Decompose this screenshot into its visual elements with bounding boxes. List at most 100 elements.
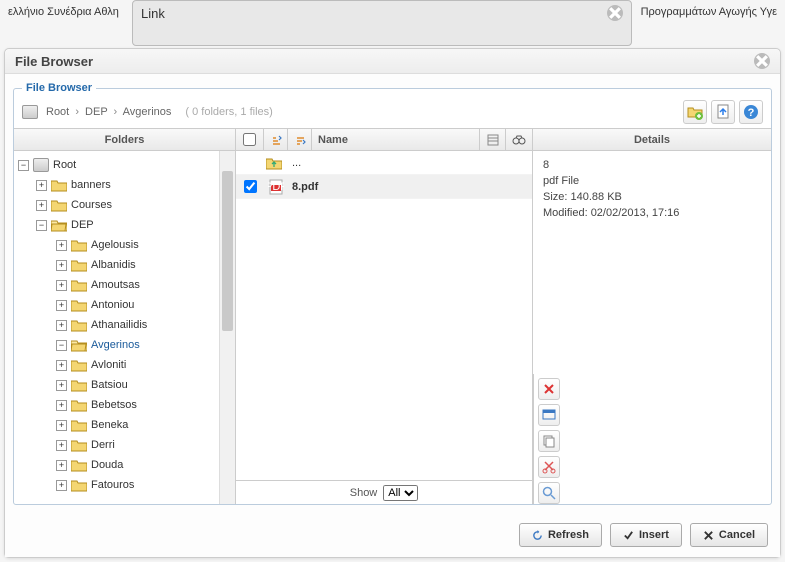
expand-icon[interactable]: +	[56, 360, 67, 371]
cancel-button[interactable]: Cancel	[690, 523, 768, 547]
breadcrumb: Root › DEP › Avgerinos	[46, 106, 171, 118]
tree-node-courses[interactable]: + Courses	[14, 195, 235, 215]
folder-icon	[71, 438, 87, 452]
breadcrumb-root[interactable]: Root	[46, 106, 69, 118]
insert-button[interactable]: Insert	[610, 523, 682, 547]
file-browser-title: File Browser	[15, 54, 93, 69]
folders-header: Folders	[14, 129, 235, 151]
expand-icon[interactable]: +	[56, 480, 67, 491]
name-column-header[interactable]: Name	[312, 129, 480, 150]
folder-icon	[71, 318, 87, 332]
pdf-icon: PDF	[264, 179, 288, 195]
tree-node-beneka[interactable]: +Beneka	[14, 415, 235, 435]
file-browser-dialog: File Browser File Browser Root › DEP › A…	[4, 48, 781, 558]
folder-up-icon	[266, 156, 282, 170]
file-row[interactable]: PDF 8.pdf	[236, 175, 532, 199]
detail-modified: Modified: 02/02/2013, 17:16	[543, 205, 761, 221]
folder-icon	[71, 418, 87, 432]
cut-button[interactable]	[538, 456, 560, 478]
breadcrumb-dep[interactable]: DEP	[85, 106, 107, 118]
tree-node-batsiou[interactable]: +Batsiou	[14, 375, 235, 395]
collapse-icon[interactable]: −	[36, 220, 47, 231]
tree-node-fatouros[interactable]: +Fatouros	[14, 475, 235, 495]
file-browser-legend: File Browser	[22, 82, 96, 94]
show-label: Show	[350, 487, 378, 499]
view-icon[interactable]	[480, 129, 506, 150]
expand-icon[interactable]: +	[56, 280, 67, 291]
expand-icon[interactable]: +	[56, 320, 67, 331]
folder-icon	[71, 258, 87, 272]
file-name: 8.pdf	[288, 181, 532, 193]
drive-icon	[22, 105, 38, 119]
sort-desc-icon[interactable]	[288, 129, 312, 150]
drive-icon	[33, 158, 49, 172]
folder-tree: − Root + banners + Courses	[14, 151, 235, 499]
svg-text:?: ?	[748, 107, 755, 119]
folder-icon	[71, 458, 87, 472]
bg-text-left: ελλήνιο Συνέδρια Αθλη	[8, 6, 119, 18]
select-all-checkbox[interactable]	[243, 133, 256, 146]
refresh-button[interactable]: Refresh	[519, 523, 602, 547]
tree-node-athanailidis[interactable]: +Athanailidis	[14, 315, 235, 335]
breadcrumb-avgerinos[interactable]: Avgerinos	[123, 106, 172, 118]
folder-icon	[71, 478, 87, 492]
expand-icon[interactable]: +	[36, 180, 47, 191]
bg-text-right: Προγραμμάτων Αγωγής Υγε	[641, 6, 777, 18]
expand-icon[interactable]: +	[56, 300, 67, 311]
folder-icon	[51, 198, 67, 212]
expand-icon[interactable]: +	[56, 260, 67, 271]
close-icon[interactable]	[754, 53, 770, 69]
show-filter-select[interactable]: All	[383, 485, 418, 501]
folder-open-icon	[71, 338, 87, 352]
tree-node-bebetsos[interactable]: +Bebetsos	[14, 395, 235, 415]
close-icon[interactable]	[607, 5, 623, 21]
collapse-icon[interactable]: −	[56, 340, 67, 351]
svg-text:PDF: PDF	[268, 181, 284, 193]
select-all-header[interactable]	[236, 129, 264, 150]
tree-node-agelousis[interactable]: +Agelousis	[14, 235, 235, 255]
tree-node-avgerinos[interactable]: −Avgerinos	[14, 335, 235, 355]
tree-node-banners[interactable]: + banners	[14, 175, 235, 195]
collapse-icon[interactable]: −	[18, 160, 29, 171]
expand-icon[interactable]: +	[56, 400, 67, 411]
link-dialog: Link	[132, 0, 632, 46]
tree-node-amoutsas[interactable]: +Amoutsas	[14, 275, 235, 295]
file-checkbox[interactable]	[244, 180, 257, 193]
expand-icon[interactable]: +	[56, 380, 67, 391]
tree-root[interactable]: − Root	[14, 155, 235, 175]
tree-node-douda[interactable]: +Douda	[14, 455, 235, 475]
folder-icon	[71, 238, 87, 252]
parent-folder-row[interactable]: ...	[236, 151, 532, 175]
scrollbar[interactable]	[219, 151, 235, 504]
help-button[interactable]: ?	[739, 100, 763, 124]
folder-open-icon	[51, 218, 67, 232]
tree-node-antoniou[interactable]: +Antoniou	[14, 295, 235, 315]
link-dialog-title: Link	[141, 6, 165, 21]
detail-type: pdf File	[543, 173, 761, 189]
upload-button[interactable]	[711, 100, 735, 124]
expand-icon[interactable]: +	[56, 240, 67, 251]
new-folder-button[interactable]	[683, 100, 707, 124]
detail-filename: 8	[543, 157, 761, 173]
folder-icon	[71, 378, 87, 392]
expand-icon[interactable]: +	[56, 420, 67, 431]
delete-button[interactable]	[538, 378, 560, 400]
details-panel: 8 pdf File Size: 140.88 KB Modified: 02/…	[533, 151, 771, 374]
tree-node-albanidis[interactable]: +Albanidis	[14, 255, 235, 275]
folder-info: ( 0 folders, 1 files)	[185, 106, 272, 118]
folder-icon	[71, 398, 87, 412]
tree-node-avloniti[interactable]: +Avloniti	[14, 355, 235, 375]
copy-button[interactable]	[538, 430, 560, 452]
tree-node-derri[interactable]: +Derri	[14, 435, 235, 455]
detail-size: Size: 140.88 KB	[543, 189, 761, 205]
tree-node-dep[interactable]: − DEP	[14, 215, 235, 235]
sort-asc-icon[interactable]	[264, 129, 288, 150]
expand-icon[interactable]: +	[56, 440, 67, 451]
preview-button[interactable]	[538, 404, 560, 426]
folder-icon	[71, 278, 87, 292]
search-button[interactable]	[538, 482, 560, 504]
binoculars-icon[interactable]	[506, 129, 532, 150]
folder-icon	[71, 358, 87, 372]
expand-icon[interactable]: +	[36, 200, 47, 211]
expand-icon[interactable]: +	[56, 460, 67, 471]
